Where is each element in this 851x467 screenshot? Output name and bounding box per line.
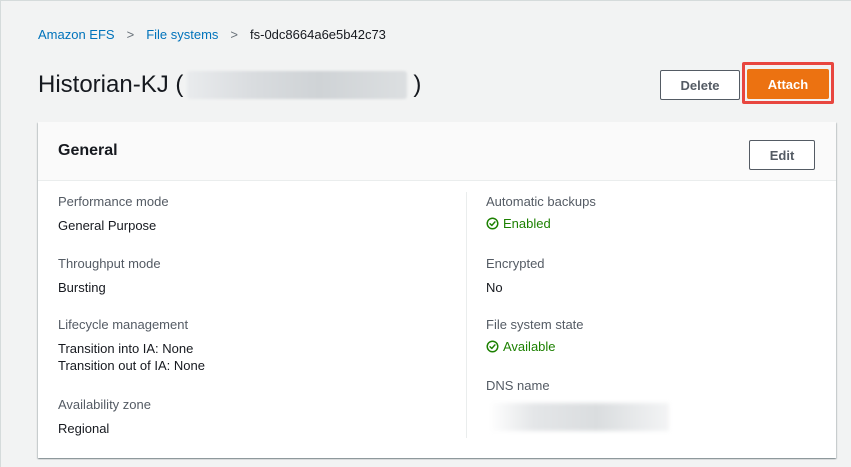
breadcrumb-amazon-efs[interactable]: Amazon EFS (38, 27, 115, 42)
availability-zone-label: Availability zone (58, 397, 151, 412)
redacted-dns-name (489, 403, 669, 431)
transition-into-ia-value: Transition into IA: None (58, 341, 194, 356)
page-title-suffix: ) (413, 71, 422, 98)
encrypted-value: No (486, 280, 503, 295)
breadcrumb-file-systems[interactable]: File systems (146, 27, 218, 42)
redacted-filesystem-id (187, 71, 408, 99)
throughput-mode-value: Bursting (58, 280, 106, 295)
breadcrumb-separator: > (230, 27, 239, 42)
file-system-state-label: File system state (486, 317, 584, 332)
breadcrumb-current: fs-0dc8664a6e5b42c73 (250, 27, 386, 42)
edit-button[interactable]: Edit (749, 140, 815, 170)
page: Amazon EFS > File systems > fs-0dc8664a6… (0, 0, 851, 467)
breadcrumb-separator: > (126, 27, 135, 42)
page-title: Historian-KJ ( ) (38, 71, 421, 99)
automatic-backups-status: Enabled (486, 216, 551, 231)
file-system-state-status: Available (486, 339, 556, 354)
file-system-state-value: Available (503, 339, 556, 354)
general-panel-title: General (58, 142, 118, 159)
lifecycle-management-label: Lifecycle management (58, 317, 189, 332)
general-panel-header: General Edit (38, 122, 836, 181)
attach-button[interactable]: Attach (747, 69, 829, 99)
encrypted-label: Encrypted (486, 256, 545, 271)
transition-out-of-ia-value: Transition out of IA: None (58, 358, 205, 373)
dns-name-label: DNS name (486, 378, 550, 393)
column-divider (466, 192, 467, 438)
performance-mode-label: Performance mode (58, 194, 169, 209)
breadcrumb: Amazon EFS > File systems > fs-0dc8664a6… (38, 27, 386, 42)
throughput-mode-label: Throughput mode (58, 256, 161, 271)
page-title-prefix: Historian-KJ ( (38, 71, 184, 98)
delete-button[interactable]: Delete (660, 70, 740, 100)
automatic-backups-label: Automatic backups (486, 194, 596, 209)
general-panel: General Edit Performance mode General Pu… (38, 122, 836, 458)
performance-mode-value: General Purpose (58, 218, 157, 233)
availability-zone-value: Regional (58, 421, 110, 436)
check-circle-icon (486, 217, 499, 230)
check-circle-icon (486, 340, 499, 353)
automatic-backups-value: Enabled (503, 216, 551, 231)
